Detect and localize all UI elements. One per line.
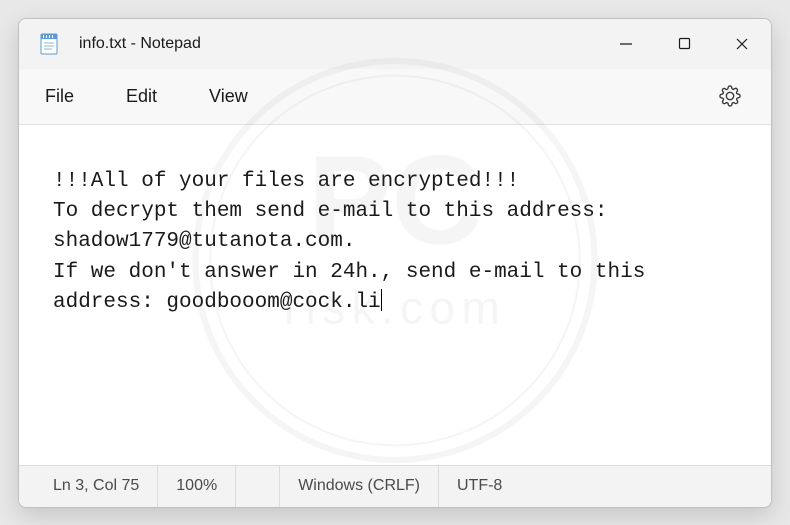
window-title: info.txt - Notepad (79, 35, 597, 53)
status-line-ending[interactable]: Windows (CRLF) (280, 466, 439, 507)
menu-edit[interactable]: Edit (122, 80, 161, 113)
statusbar: Ln 3, Col 75 100% Windows (CRLF) UTF-8 (19, 465, 771, 507)
text-caret (381, 289, 382, 311)
menu-file[interactable]: File (41, 80, 78, 113)
status-encoding[interactable]: UTF-8 (439, 466, 520, 507)
notepad-window: info.txt - Notepad File Edit View !!!All… (18, 18, 772, 508)
titlebar[interactable]: info.txt - Notepad (19, 19, 771, 69)
minimize-button[interactable] (597, 19, 655, 69)
settings-button[interactable] (711, 77, 749, 115)
maximize-button[interactable] (655, 19, 713, 69)
window-controls (597, 19, 771, 69)
status-zoom[interactable]: 100% (158, 466, 236, 507)
status-spacer (236, 466, 280, 507)
menu-view[interactable]: View (205, 80, 252, 113)
editor-text[interactable]: !!!All of your files are encrypted!!! To… (53, 167, 737, 319)
gear-icon (719, 85, 741, 107)
notepad-icon (37, 32, 61, 56)
close-button[interactable] (713, 19, 771, 69)
menubar: File Edit View (19, 69, 771, 125)
editor-area[interactable]: !!!All of your files are encrypted!!! To… (19, 125, 771, 465)
status-position[interactable]: Ln 3, Col 75 (19, 466, 158, 507)
